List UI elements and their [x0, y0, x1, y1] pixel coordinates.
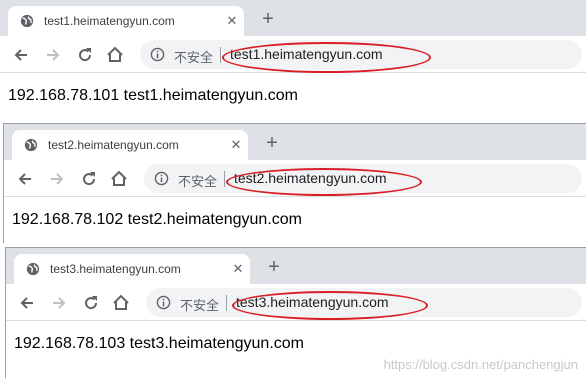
- page-content: 192.168.78.102 test2.heimatengyun.com: [4, 198, 586, 243]
- close-icon[interactable]: ✕: [228, 137, 244, 153]
- close-icon[interactable]: ✕: [230, 261, 246, 277]
- divider: [226, 295, 227, 311]
- home-icon[interactable]: [110, 292, 132, 314]
- page-text: 192.168.78.103 test3.heimatengyun.com: [14, 335, 304, 352]
- browser-tab[interactable]: test3.heimatengyun.com ✕: [14, 254, 250, 284]
- page-content: 192.168.78.101 test1.heimatengyun.com: [0, 74, 586, 121]
- tab-strip: test3.heimatengyun.com ✕ +: [6, 248, 586, 284]
- tab-strip: test1.heimatengyun.com ✕ +: [0, 0, 586, 36]
- url-text[interactable]: test1.heimatengyun.com: [230, 46, 383, 62]
- tab-title: test1.heimatengyun.com: [44, 14, 175, 28]
- not-secure-label: 不安全: [180, 298, 220, 313]
- page-text: 192.168.78.102 test2.heimatengyun.com: [12, 211, 302, 228]
- toolbar: 不安全 test1.heimatengyun.com: [0, 36, 586, 73]
- forward-arrow-icon[interactable]: [48, 292, 70, 314]
- browser-window-1: test1.heimatengyun.com ✕ + 不安全 test1.hei…: [0, 0, 586, 121]
- globe-icon: [26, 262, 40, 276]
- not-secure-label: 不安全: [174, 50, 214, 65]
- divider: [224, 171, 225, 187]
- info-icon: [154, 171, 169, 186]
- address-bar[interactable]: 不安全 test2.heimatengyun.com: [144, 164, 582, 193]
- browser-window-2: test2.heimatengyun.com ✕ + 不安全 test2.hei…: [3, 123, 586, 243]
- browser-tab[interactable]: test2.heimatengyun.com ✕: [12, 130, 248, 160]
- back-arrow-icon[interactable]: [14, 168, 36, 190]
- close-icon[interactable]: ✕: [224, 13, 240, 29]
- divider: [220, 47, 221, 63]
- globe-icon: [24, 138, 38, 152]
- browser-window-3: test3.heimatengyun.com ✕ + 不安全 test3.hei…: [5, 247, 586, 378]
- address-bar[interactable]: 不安全 test1.heimatengyun.com: [140, 40, 582, 69]
- globe-icon: [20, 14, 34, 28]
- toolbar: 不安全 test3.heimatengyun.com: [6, 284, 586, 321]
- forward-arrow-icon[interactable]: [42, 44, 64, 66]
- back-arrow-icon[interactable]: [10, 44, 32, 66]
- plus-icon[interactable]: +: [264, 257, 284, 278]
- plus-icon[interactable]: +: [262, 133, 282, 154]
- tab-strip: test2.heimatengyun.com ✕ +: [4, 124, 586, 160]
- url-text[interactable]: test2.heimatengyun.com: [234, 170, 387, 186]
- reload-icon[interactable]: [80, 292, 102, 314]
- toolbar: 不安全 test2.heimatengyun.com: [4, 160, 586, 197]
- address-bar[interactable]: 不安全 test3.heimatengyun.com: [146, 288, 582, 317]
- back-arrow-icon[interactable]: [16, 292, 38, 314]
- info-icon: [156, 295, 171, 310]
- page-text: 192.168.78.101 test1.heimatengyun.com: [8, 87, 298, 104]
- tab-title: test3.heimatengyun.com: [50, 262, 181, 276]
- tab-title: test2.heimatengyun.com: [48, 138, 179, 152]
- browser-tab[interactable]: test1.heimatengyun.com ✕: [8, 6, 244, 36]
- reload-icon[interactable]: [74, 44, 96, 66]
- reload-icon[interactable]: [78, 168, 100, 190]
- not-secure-label: 不安全: [178, 174, 218, 189]
- forward-arrow-icon[interactable]: [46, 168, 68, 190]
- watermark-text: https://blog.csdn.net/panchengjun: [383, 357, 578, 372]
- home-icon[interactable]: [104, 44, 126, 66]
- url-text[interactable]: test3.heimatengyun.com: [236, 294, 389, 310]
- home-icon[interactable]: [108, 168, 130, 190]
- info-icon: [150, 47, 165, 62]
- plus-icon[interactable]: +: [258, 9, 278, 30]
